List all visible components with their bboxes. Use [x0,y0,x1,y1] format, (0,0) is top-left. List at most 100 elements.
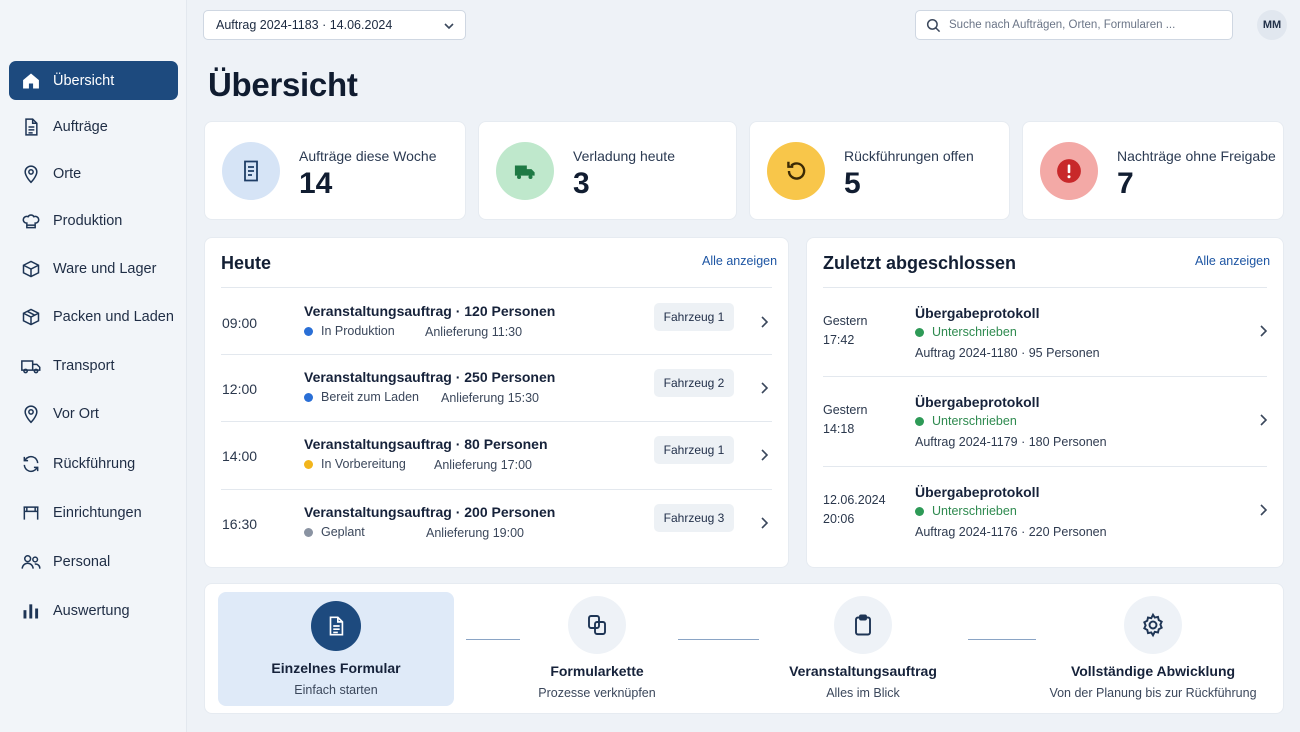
avatar[interactable]: MM [1257,10,1287,40]
vehicle-badge[interactable]: Fahrzeug 1 [654,436,734,464]
sidebar-item-label: Ware und Lager [53,260,157,277]
workflow-step-event-order[interactable]: Veranstaltungsauftrag Alles im Blick [773,592,953,706]
row-title: Veranstaltungsauftrag · 250 Personen [304,369,556,385]
sidebar-item-produktion[interactable]: Produktion [9,201,178,240]
sidebar-item-rueckfuehrung[interactable]: Rückführung [9,444,178,483]
workflow-step-single-form[interactable]: Einzelnes Formular Einfach starten [218,592,454,706]
sidebar-item-uebersicht[interactable]: Übersicht [9,61,178,100]
chevron-right-icon[interactable] [759,448,769,462]
chevron-right-icon[interactable] [1258,503,1268,517]
chevron-right-icon[interactable] [1258,413,1268,427]
sidebar-item-auswertung[interactable]: Auswertung [9,591,178,630]
status-badge: Bereit zum Laden [304,390,419,404]
panel-title: Zuletzt abgeschlossen [823,253,1017,273]
sidebar-item-label: Vor Ort [53,405,99,422]
status-dot [915,506,924,516]
completed-title: Übergabeprotokoll [915,484,1040,500]
chevron-right-icon[interactable] [759,315,769,329]
search-input[interactable] [949,19,1219,31]
table-row[interactable]: 16:30 Veranstaltungsauftrag · 200 Person… [221,490,772,556]
chef-hat-icon [9,211,53,231]
top-bar: Auftrag 2024-1183 · 14.06.2024 MM [188,0,1300,48]
vehicle-badge[interactable]: Fahrzeug 1 [654,303,734,331]
copy-icon [568,596,626,654]
sidebar-item-label: Orte [53,165,82,182]
list-item[interactable]: 12.06.2024 20:06 Übergabeprotokoll Unters… [823,467,1268,555]
divider [221,287,772,288]
sidebar: Übersicht Aufträge Orte Produktion Ware … [0,0,187,732]
map-pin-icon [9,164,53,184]
stat-card-loading-today[interactable]: Verladung heute 3 [478,121,737,220]
status-badge: Unterschrieben [915,325,1017,339]
workflow-connector [678,639,759,640]
chevron-down-icon [443,20,455,32]
sidebar-item-vor-ort[interactable]: Vor Ort [9,394,178,433]
document-icon [222,142,280,200]
workflow-step-subtitle: Alles im Blick [826,686,900,700]
sidebar-item-ware-und-lager[interactable]: Ware und Lager [9,249,178,288]
chevron-right-icon[interactable] [759,516,769,530]
workflow-step-title: Einzelnes Formular [271,660,401,676]
status-dot [915,416,924,426]
workflow-step-subtitle: Einfach starten [294,683,378,697]
completed-meta: Auftrag 2024-1176 · 220 Personen [915,525,1107,539]
status-badge: Unterschrieben [915,414,1017,428]
chevron-right-icon[interactable] [1258,324,1268,338]
delivery-time: Anlieferung 19:00 [426,526,524,540]
status-badge: Geplant [304,525,365,539]
row-time: 16:30 [222,516,258,532]
workflow-step-form-chain[interactable]: Formularkette Prozesse verknüpfen [517,592,677,706]
truck-icon [496,142,554,200]
stat-card-addenda-pending[interactable]: Nachträge ohne Freigabe 7 [1022,121,1284,220]
chevron-right-icon[interactable] [759,381,769,395]
completed-title: Übergabeprotokoll [915,394,1040,410]
list-item[interactable]: Gestern 17:42 Übergabeprotokoll Unterschr… [823,288,1268,376]
status-text: Unterschrieben [932,504,1017,518]
show-all-today-link[interactable]: Alle anzeigen [702,254,777,268]
status-text: In Produktion [321,324,395,338]
completed-meta: Auftrag 2024-1179 · 180 Personen [915,435,1107,449]
sidebar-item-label: Übersicht [53,72,115,89]
row-title: Veranstaltungsauftrag · 80 Personen [304,436,548,452]
stat-value: 5 [844,167,861,200]
row-title: Veranstaltungsauftrag · 200 Personen [304,504,556,520]
sidebar-item-transport[interactable]: Transport [9,346,178,385]
sidebar-item-einrichtungen[interactable]: Einrichtungen [9,493,178,532]
vehicle-badge[interactable]: Fahrzeug 3 [654,504,734,532]
stat-label: Aufträge diese Woche [299,148,437,164]
table-row[interactable]: 12:00 Veranstaltungsauftrag · 250 Person… [221,355,772,421]
completed-title: Übergabeprotokoll [915,305,1040,321]
search-icon [926,18,941,33]
status-dot [304,459,313,469]
refresh-icon [9,454,53,474]
sidebar-item-auftraege[interactable]: Aufträge [9,107,178,146]
box-icon [9,259,53,279]
completed-date: 12.06.2024 20:06 [823,493,886,526]
list-item[interactable]: Gestern 14:18 Übergabeprotokoll Unterschr… [823,377,1268,465]
sidebar-item-label: Personal [53,553,111,570]
delivery-time: Anlieferung 17:00 [434,458,532,472]
order-select[interactable]: Auftrag 2024-1183 · 14.06.2024 [203,10,466,40]
sidebar-item-orte[interactable]: Orte [9,154,178,193]
stat-card-returns-open[interactable]: Rückführungen offen 5 [749,121,1010,220]
location-icon [9,404,53,424]
search-box[interactable] [915,10,1233,40]
status-text: Unterschrieben [932,325,1017,339]
vehicle-badge[interactable]: Fahrzeug 2 [654,369,734,397]
workflow-step-full-processing[interactable]: Vollständige Abwicklung Von der Planung … [1047,592,1259,706]
sidebar-item-label: Rückführung [53,455,136,472]
table-row[interactable]: 14:00 Veranstaltungsauftrag · 80 Persone… [221,422,772,488]
stat-card-orders-week[interactable]: Aufträge diese Woche 14 [204,121,466,220]
workflow-step-title: Vollständige Abwicklung [1070,663,1236,679]
page-title: Übersicht [208,66,358,103]
sidebar-item-packen-und-laden[interactable]: Packen und Laden [9,297,178,336]
table-row[interactable]: 09:00 Veranstaltungsauftrag · 120 Person… [221,289,772,355]
sidebar-item-label: Transport [53,357,115,374]
show-all-completed-link[interactable]: Alle anzeigen [1195,254,1270,268]
status-text: Unterschrieben [932,414,1017,428]
sidebar-item-personal[interactable]: Personal [9,542,178,581]
row-title: Veranstaltungsauftrag · 120 Personen [304,303,556,319]
settings-icon [1124,596,1182,654]
truck-icon [9,356,53,376]
completed-meta: Auftrag 2024-1180 · 95 Personen [915,346,1100,360]
